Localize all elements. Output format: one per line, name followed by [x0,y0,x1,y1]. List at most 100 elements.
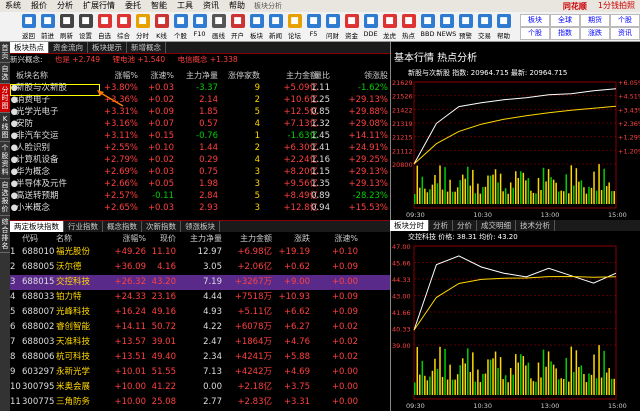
stock-row[interactable]: 3 688015 交控科技 +26.32 43.20 7.19 +3267万 +9.00 +0.… [10,275,390,290]
menu-item-4[interactable]: 委托 [120,0,146,12]
right-button-6[interactable]: 涨跌 [580,27,610,40]
vertical-tab-2[interactable]: 分时图 [0,84,10,113]
toolbar-button-22[interactable]: ■ NEWS [437,12,456,40]
stock-row[interactable]: 1 688010 福光股份 +49.26 11.10 12.97 +6.98亿 +19.19 +… [10,245,390,260]
menu-item-6[interactable]: 工具 [172,0,198,12]
stock-col-header-3[interactable]: 现价 [144,233,176,245]
vertical-tab-3[interactable]: K线图 [0,113,10,142]
toolbar-button-18[interactable]: ■ DDE [362,12,379,40]
sector-tab-1[interactable]: 资金流向 [49,42,88,53]
right-button-3[interactable]: 个股 [610,14,640,27]
menu-item-8[interactable]: 帮助 [224,0,250,12]
sector-row[interactable]: ● 计算机设备 +2.79% +0.02 0.29 4 +2.24亿 1.16 +29.25% [10,154,390,166]
sector-row[interactable]: ● 安防 +3.16% +0.07 0.57 4 +7.13亿 1.32 +29.08% [10,118,390,130]
toolbar-button-9[interactable]: ■ F10 [191,12,208,40]
stock-tab-3[interactable]: 次新指数 [142,221,181,232]
toolbar-button-13[interactable]: ■ 新闻 [267,12,284,40]
toolbar-button-8[interactable]: ■ 个股 [172,12,189,40]
chart-tab-4[interactable]: 技术分析 [516,220,555,231]
vertical-tab-6[interactable]: 综合排名 [0,216,10,253]
stock-tab-1[interactable]: 行业指数 [64,221,103,232]
concept-value-3[interactable]: 电信概念 +1.338 [177,55,237,64]
sector-col-header-1[interactable]: 涨幅% [100,70,138,82]
right-button-2[interactable]: 期货 [580,14,610,27]
sector-col-header-0[interactable]: 板块名称 [16,70,86,82]
vertical-tab-5[interactable]: 自选报价 [0,179,10,216]
sector-col-header-7[interactable]: 领涨股 [340,70,388,82]
sector-row[interactable]: ● 人脸识别 +2.55% +0.10 1.44 2 +6.30亿 1.41 +24.91% [10,142,390,154]
stock-col-header-5[interactable]: 主力金额 [228,233,272,245]
toolbar-button-15[interactable]: ■ F5 [305,12,322,40]
sector-row[interactable]: ● 高送转预期 +2.57% -0.11 2.84 5 +8.49亿 0.89 -28.23% [10,190,390,202]
vertical-tab-1[interactable]: 自选 [0,63,10,84]
stock-col-header-0[interactable]: 代码 [22,233,52,245]
stock-row[interactable]: 5 688007 光峰科技 +16.24 49.16 4.93 +5.11亿 +6.62 +0.… [10,305,390,320]
toolbar-button-2[interactable]: ■ 刷新 [58,12,75,40]
sector-col-header-6[interactable]: 量比 [302,70,330,82]
toolbar-button-4[interactable]: ■ 自选 [96,12,113,40]
toolbar-button-6[interactable]: ■ 分时 [134,12,151,40]
sector-tab-2[interactable]: 板块提示 [88,42,127,53]
stock-row[interactable]: 7 688003 天准科技 +13.57 39.01 2.47 +1864万 +4.76 +0.… [10,335,390,350]
toolbar-button-23[interactable]: ■ 预警 [457,12,474,40]
right-button-7[interactable]: 资讯 [610,27,640,40]
toolbar-button-25[interactable]: ■ 帮助 [495,12,512,40]
chart-tab-0[interactable]: 板块分时 [390,220,429,231]
menu-item-2[interactable]: 分析 [52,0,78,12]
stock-row[interactable]: 11 300775 三角防务 +10.00 25.08 2.77 +2.83亿 +3.31 +0… [10,395,390,410]
toolbar-button-10[interactable]: ■ 画线 [210,12,227,40]
sector-col-header-3[interactable]: 主力净量 [180,70,218,82]
sector-row[interactable]: ● 光学光电子 +3.31% +0.09 1.85 5 +12.5亿 0.85 +29.88% [10,106,390,118]
toolbar-button-3[interactable]: ■ 设置 [77,12,94,40]
stock-row[interactable]: 9 603297 永新光学 +10.01 51.55 7.13 +4242万 +4.69 +0.… [10,365,390,380]
right-button-5[interactable]: 指数 [550,27,580,40]
sector-row[interactable]: ● 小米概念 +2.65% +0.03 2.93 3 +12.8亿 0.94 +15.53% [10,202,390,214]
vertical-tab-4[interactable]: 个股资料 [0,142,10,179]
stock-row[interactable]: 8 688006 杭可科技 +13.51 49.40 2.34 +4241万 +5.88 +0.… [10,350,390,365]
toolbar-button-14[interactable]: ■ 论坛 [286,12,303,40]
menu-item-0[interactable]: 系统 [0,0,26,12]
vertical-tab-0[interactable]: 首页 [0,42,10,63]
stock-row[interactable]: 2 688005 沃尔德 +36.09 4.16 3.05 +2.06亿 +0.62 +0.09 [10,260,390,275]
stock-col-header-4[interactable]: 主力净量 [178,233,222,245]
stock-col-header-6[interactable]: 涨跌 [276,233,310,245]
sector-row[interactable]: ● 非汽车交运 +3.11% +0.15 -0.76 1 -1.63亿 1.45 +14.11% [10,130,390,142]
sector-intraday-chart[interactable]: 21629 +6.05% 21526 +4.51% 21422 +3.43% 21319 +2… [390,78,640,220]
stock-tab-4[interactable]: 领涨板块 [181,221,220,232]
menu-item-5[interactable]: 智能 [146,0,172,12]
sector-col-header-4[interactable]: 涨停家数 [216,70,260,82]
right-button-0[interactable]: 板块 [520,14,550,27]
stock-row[interactable]: 4 688033 铂力特 +24.33 23.16 4.44 +7518万 +10.93 +0.… [10,290,390,305]
right-button-4[interactable]: 个股 [520,27,550,40]
toolbar-button-11[interactable]: ■ 开户 [229,12,246,40]
menu-item-3[interactable]: 扩展行情 [78,0,120,12]
toolbar-button-24[interactable]: ■ 交易 [476,12,493,40]
stock-intraday-chart[interactable]: 47.00 45.66 44.33 43.00 41.66 40.33 39.00 09:30… [390,242,640,411]
stock-col-header-1[interactable]: 名称 [56,233,104,245]
chart-tab-3[interactable]: 成交明细 [477,220,516,231]
toolbar-button-5[interactable]: ■ 综合 [115,12,132,40]
toolbar-button-0[interactable]: ■ 返回 [20,12,37,40]
stock-col-header-7[interactable]: 涨速% [322,233,358,245]
toolbar-button-7[interactable]: ■ K线 [153,12,170,40]
right-button-1[interactable]: 全球 [550,14,580,27]
concept-value-1[interactable]: 也是 +2.749 [55,55,100,64]
toolbar-button-1[interactable]: ■ 前进 [39,12,56,40]
stock-tab-0[interactable]: 两定板块指数 [10,221,64,232]
toolbar-button-12[interactable]: ■ 板块 [248,12,265,40]
stock-col-header-2[interactable]: 涨幅% [106,233,146,245]
toolbar-button-21[interactable]: ■ BBD [419,12,436,40]
toolbar-button-17[interactable]: ■ 资金 [343,12,360,40]
sector-row[interactable]: ● 华为概念 +2.69% +0.03 0.75 3 +8.20亿 1.15 +29.13% [10,166,390,178]
stock-tab-2[interactable]: 概念指数 [103,221,142,232]
sector-row[interactable]: ● 半导体及元件 +2.66% +0.05 1.98 3 +9.56亿 1.35 +29.13% [10,178,390,190]
sector-tab-0[interactable]: 板块热点 [10,42,49,53]
concept-value-2[interactable]: 锂电池 +1.540 [112,55,165,64]
menu-item-1[interactable]: 报价 [26,0,52,12]
stock-row[interactable]: 10 300795 米奥会展 +10.00 41.22 0.00 +2.18亿 +3.75 +0… [10,380,390,395]
sector-col-header-2[interactable]: 涨速% [138,70,174,82]
toolbar-button-19[interactable]: ■ 龙虎 [381,12,398,40]
toolbar-button-16[interactable]: ■ 问财 [324,12,341,40]
menu-item-7[interactable]: 资讯 [198,0,224,12]
chart-tab-2[interactable]: 分价 [453,220,477,231]
